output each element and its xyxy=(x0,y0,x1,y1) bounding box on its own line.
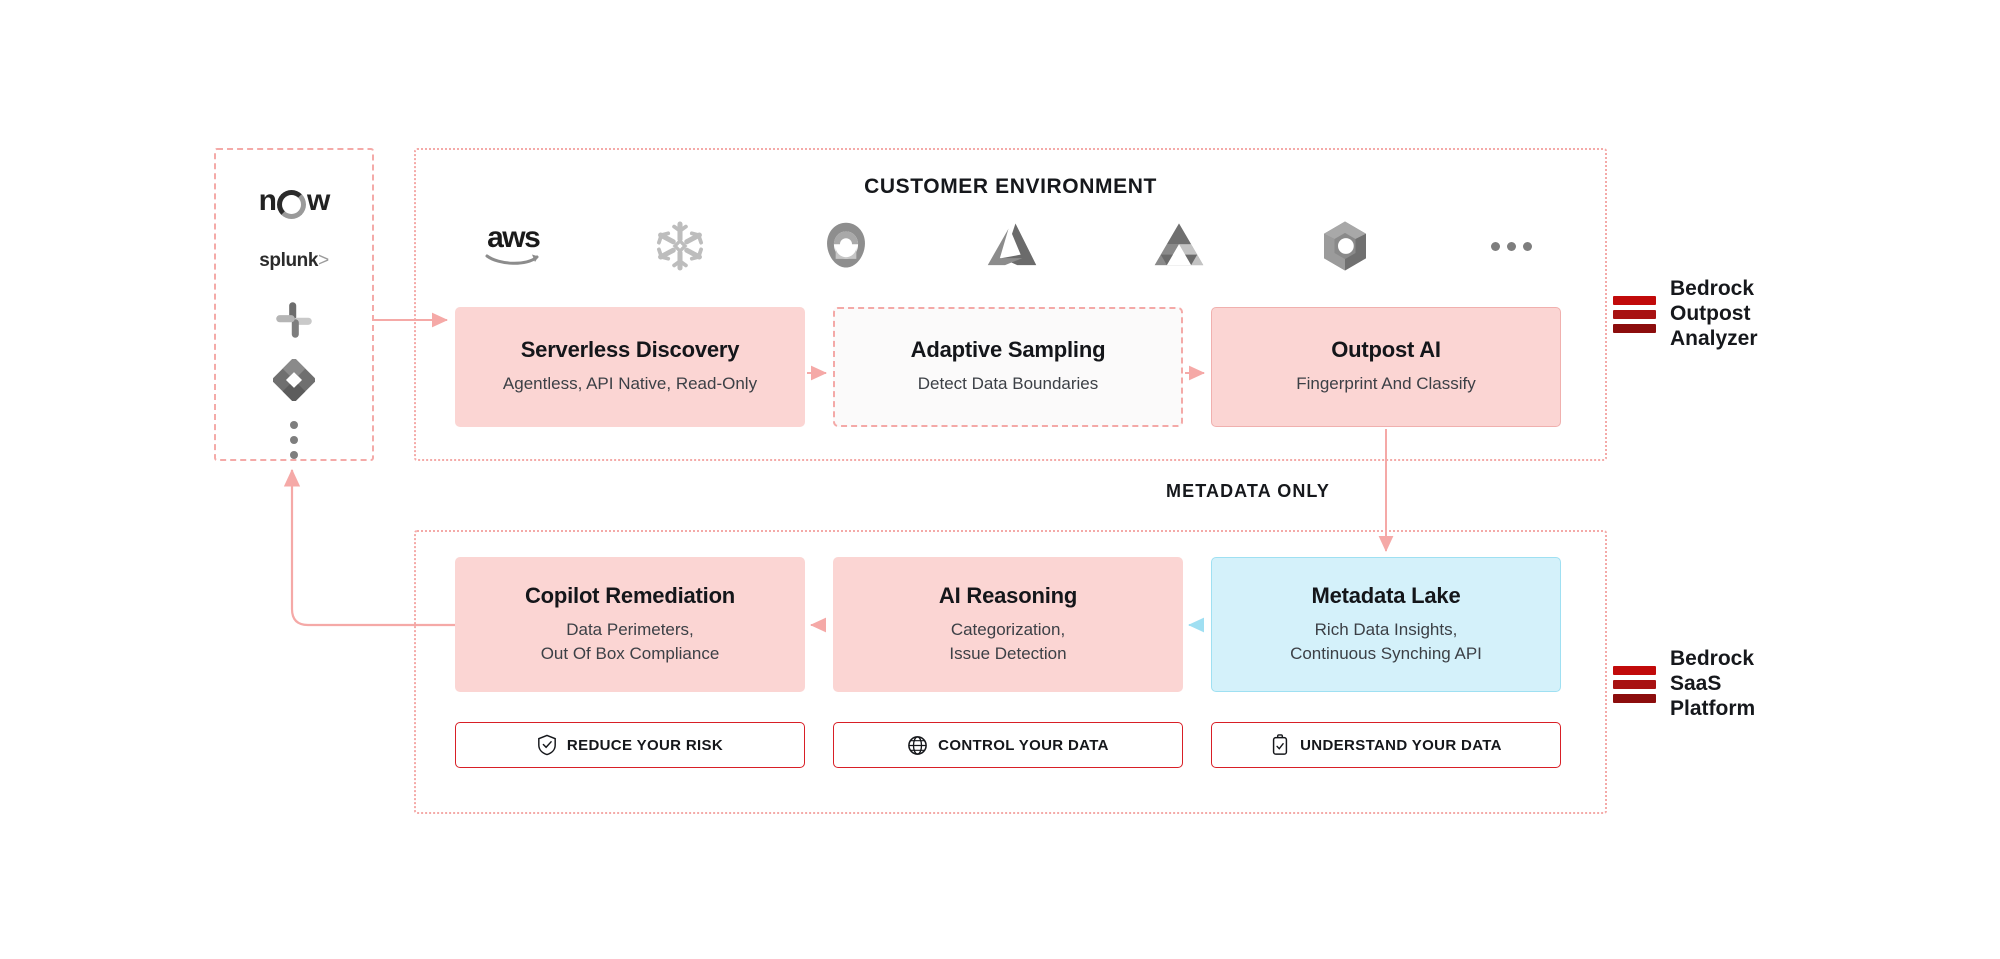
box-title: Serverless Discovery xyxy=(520,337,740,363)
slack-icon xyxy=(276,302,312,339)
customer-environment-title: CUSTOMER ENVIRONMENT xyxy=(864,175,1157,198)
diagram-canvas: nw splunk> CUSTOMER ENVIRONMENT aws Serv… xyxy=(0,0,2000,959)
splunk-icon: splunk> xyxy=(259,249,329,271)
box-subtitle-line2: Out Of Box Compliance xyxy=(540,644,720,663)
box-metadata-lake[interactable]: Metadata Lake Rich Data Insights, Contin… xyxy=(1211,557,1561,692)
button-label: CONTROL YOUR DATA xyxy=(938,736,1109,754)
clipboard-check-icon xyxy=(1272,734,1288,755)
box-title: Copilot Remediation xyxy=(524,582,736,608)
box-subtitle: Fingerprint And Classify xyxy=(1296,374,1476,394)
aws-icon: aws xyxy=(485,223,541,269)
box-serverless-discovery[interactable]: Serverless Discovery Agentless, API Nati… xyxy=(455,307,805,427)
integration-more[interactable] xyxy=(214,419,374,461)
box-copilot-remediation[interactable]: Copilot Remediation Data Perimeters, Out… xyxy=(455,557,805,692)
legend-label: Bedrock Outpost Analyzer xyxy=(1670,277,1758,350)
horizontal-ellipsis-icon xyxy=(1491,241,1533,251)
azure-icon xyxy=(988,223,1037,266)
box-title: AI Reasoning xyxy=(938,582,1078,608)
box-subtitle-line1: Categorization, xyxy=(950,619,1066,639)
snowflake-icon xyxy=(656,221,703,271)
box-subtitle-line1: Rich Data Insights, xyxy=(1314,619,1458,639)
button-reduce-your-risk[interactable]: REDUCE YOUR RISK xyxy=(455,722,805,768)
cloud-logo-microsoft-365 xyxy=(1262,215,1428,277)
box-subtitle: Detect Data Boundaries xyxy=(917,374,1099,394)
integration-splunk[interactable]: splunk> xyxy=(214,240,374,282)
button-understand-your-data[interactable]: UNDERSTAND YOUR DATA xyxy=(1211,722,1561,768)
aws-smile-icon xyxy=(485,254,539,265)
cloud-logo-snowflake xyxy=(596,215,762,277)
button-label: REDUCE YOUR RISK xyxy=(566,736,724,754)
microsoft-365-icon xyxy=(1324,221,1367,271)
cloud-logo-row: aws xyxy=(430,215,1595,277)
box-title: Metadata Lake xyxy=(1311,582,1461,608)
box-ai-reasoning[interactable]: AI Reasoning Categorization, Issue Detec… xyxy=(833,557,1183,692)
integration-jira[interactable] xyxy=(214,359,374,402)
legend-bars-icon xyxy=(1613,665,1656,703)
servicenow-icon: nw xyxy=(259,185,330,220)
legend-label: Bedrock SaaS Platform xyxy=(1670,647,1756,720)
vertical-ellipsis-icon xyxy=(290,421,298,460)
google-cloud-icon xyxy=(827,222,866,268)
box-subtitle: Agentless, API Native, Read-Only xyxy=(502,374,758,394)
cloud-logo-azure xyxy=(929,215,1095,277)
shield-check-icon xyxy=(537,734,556,756)
legend-bars-icon xyxy=(1613,295,1656,333)
box-subtitle-line2: Continuous Synching API xyxy=(1290,644,1482,663)
connector-layer xyxy=(283,312,1394,633)
cloud-logo-google-cloud xyxy=(763,215,929,277)
cloud-logo-google-drive xyxy=(1096,215,1262,277)
globe-icon xyxy=(908,735,928,755)
integration-servicenow[interactable]: nw xyxy=(214,180,374,222)
integration-slack[interactable] xyxy=(214,300,374,342)
cloud-logo-more xyxy=(1429,215,1595,277)
jira-icon xyxy=(273,359,315,402)
metadata-only-label: METADATA ONLY xyxy=(1166,481,1330,501)
google-drive-icon xyxy=(1154,223,1204,266)
box-title: Adaptive Sampling xyxy=(910,337,1106,363)
box-subtitle-line1: Data Perimeters, xyxy=(566,619,694,639)
cloud-logo-aws: aws xyxy=(430,215,596,277)
button-label: UNDERSTAND YOUR DATA xyxy=(1300,736,1502,754)
box-title: Outpost AI xyxy=(1331,337,1441,363)
button-control-your-data[interactable]: CONTROL YOUR DATA xyxy=(833,722,1183,768)
box-outpost-ai[interactable]: Outpost AI Fingerprint And Classify xyxy=(1211,307,1561,427)
legend-bedrock-outpost-analyzer: Bedrock Outpost Analyzer xyxy=(1613,277,1758,351)
legend-bedrock-saas-platform: Bedrock SaaS Platform xyxy=(1613,647,1755,721)
integrations-list: nw splunk> xyxy=(214,148,374,461)
box-adaptive-sampling[interactable]: Adaptive Sampling Detect Data Boundaries xyxy=(833,307,1183,427)
box-subtitle-line2: Issue Detection xyxy=(949,644,1067,663)
